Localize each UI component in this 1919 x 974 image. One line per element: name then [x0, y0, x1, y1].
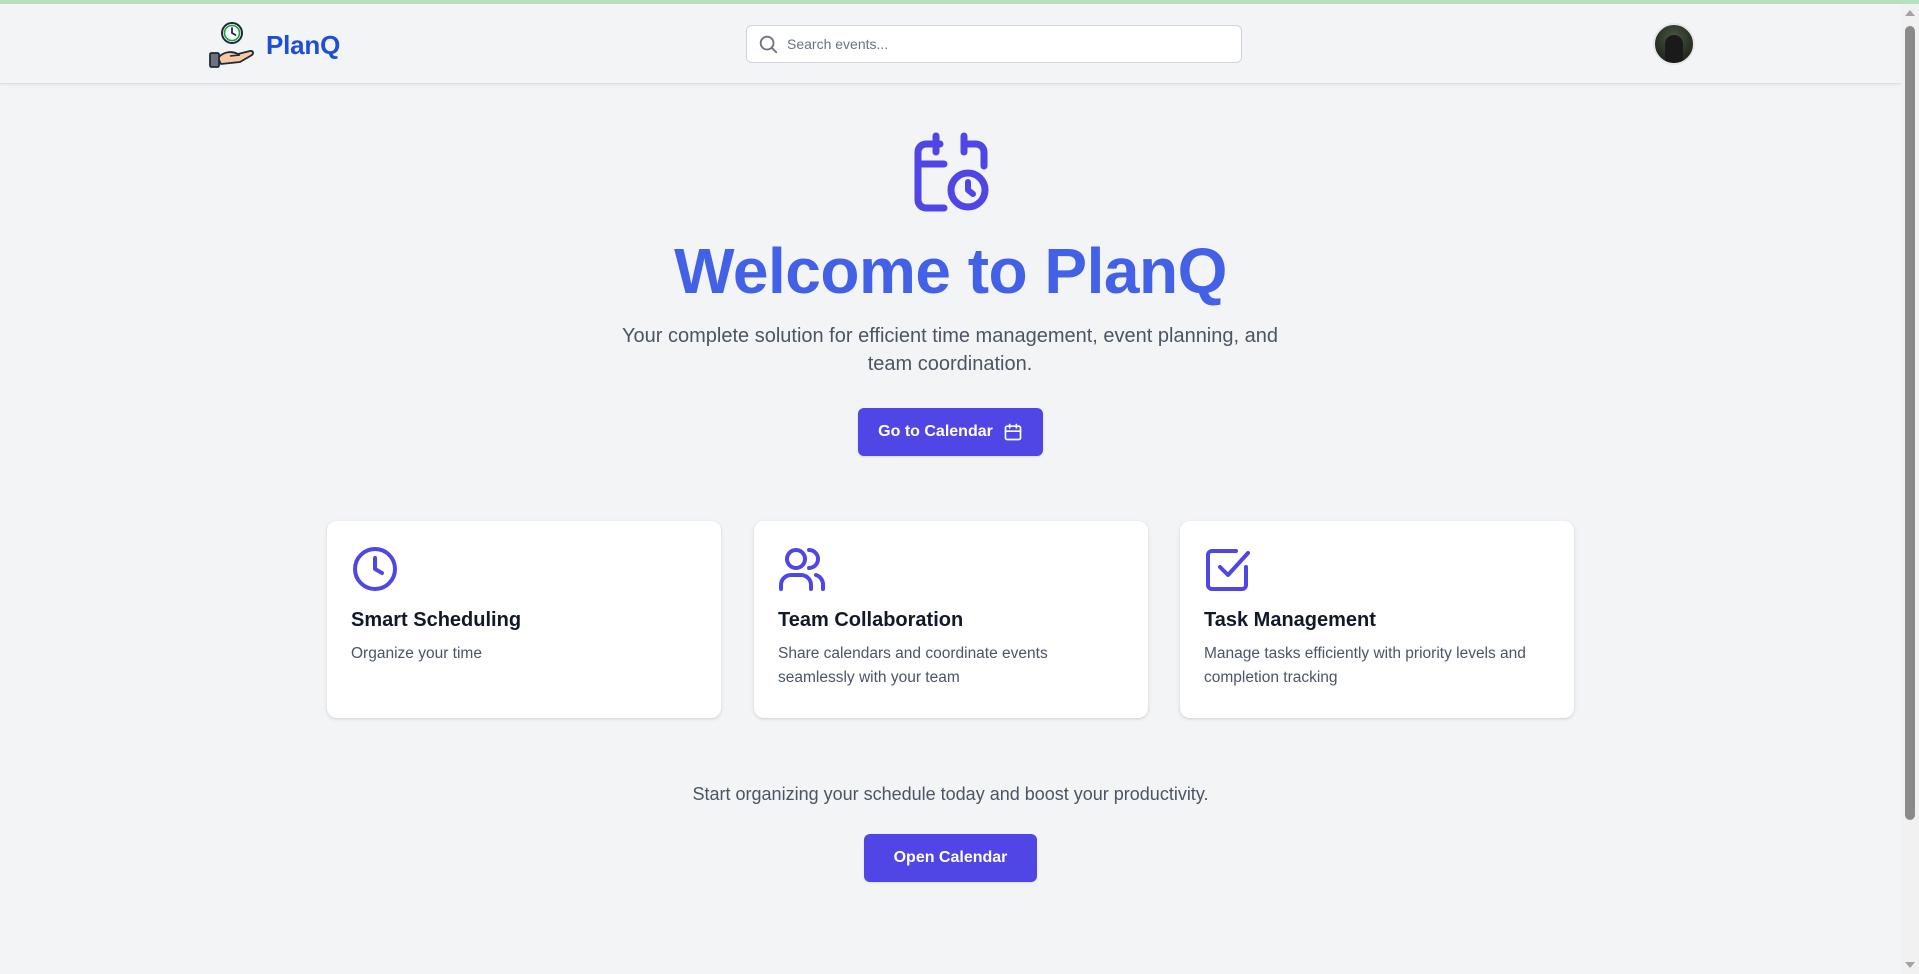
calendar-icon	[1004, 423, 1022, 441]
clock-icon	[353, 547, 397, 591]
feature-card-team-collaboration: Team Collaboration Share calendars and c…	[754, 521, 1148, 718]
feature-card-smart-scheduling: Smart Scheduling Organize your time	[327, 521, 721, 718]
open-calendar-label: Open Calendar	[893, 849, 1008, 866]
calendar-clock-icon	[914, 132, 989, 212]
go-to-calendar-label: Go to Calendar	[878, 423, 993, 440]
open-calendar-button[interactable]: Open Calendar	[864, 834, 1037, 882]
user-avatar[interactable]	[1653, 23, 1695, 65]
hero-subtitle: Your complete solution for efficient tim…	[622, 325, 1278, 375]
planq-logo-icon	[209, 22, 254, 68]
brand[interactable]: PlanQ	[206, 20, 340, 70]
scroll-up-arrow-icon[interactable]	[1905, 10, 1915, 16]
feature-description: Organize your time	[351, 645, 482, 662]
users-icon	[779, 548, 825, 591]
cta-text: Start organizing your schedule today and…	[692, 784, 1209, 804]
go-to-calendar-button[interactable]: Go to Calendar	[858, 408, 1043, 456]
feature-title: Team Collaboration	[778, 609, 964, 631]
top-navbar: PlanQ	[0, 4, 1901, 84]
scroll-down-arrow-icon[interactable]	[1905, 962, 1915, 968]
feature-title: Smart Scheduling	[351, 609, 522, 631]
feature-card-task-management: Task Management Manage tasks efficiently…	[1180, 521, 1574, 718]
search-input[interactable]	[787, 36, 1227, 52]
scrollbar-thumb[interactable]	[1905, 26, 1915, 820]
brand-name: PlanQ	[266, 29, 341, 60]
search-icon	[759, 35, 778, 54]
checkbox-icon	[1206, 549, 1250, 591]
search-bar[interactable]	[746, 25, 1242, 63]
vertical-scrollbar[interactable]	[1901, 4, 1919, 974]
feature-description: Manage tasks efficiently with priority l…	[1204, 645, 1526, 686]
feature-description: Share calendars and coordinate events se…	[778, 645, 1048, 686]
hero-title: Welcome to PlanQ	[674, 235, 1227, 307]
feature-title: Task Management	[1204, 609, 1376, 631]
